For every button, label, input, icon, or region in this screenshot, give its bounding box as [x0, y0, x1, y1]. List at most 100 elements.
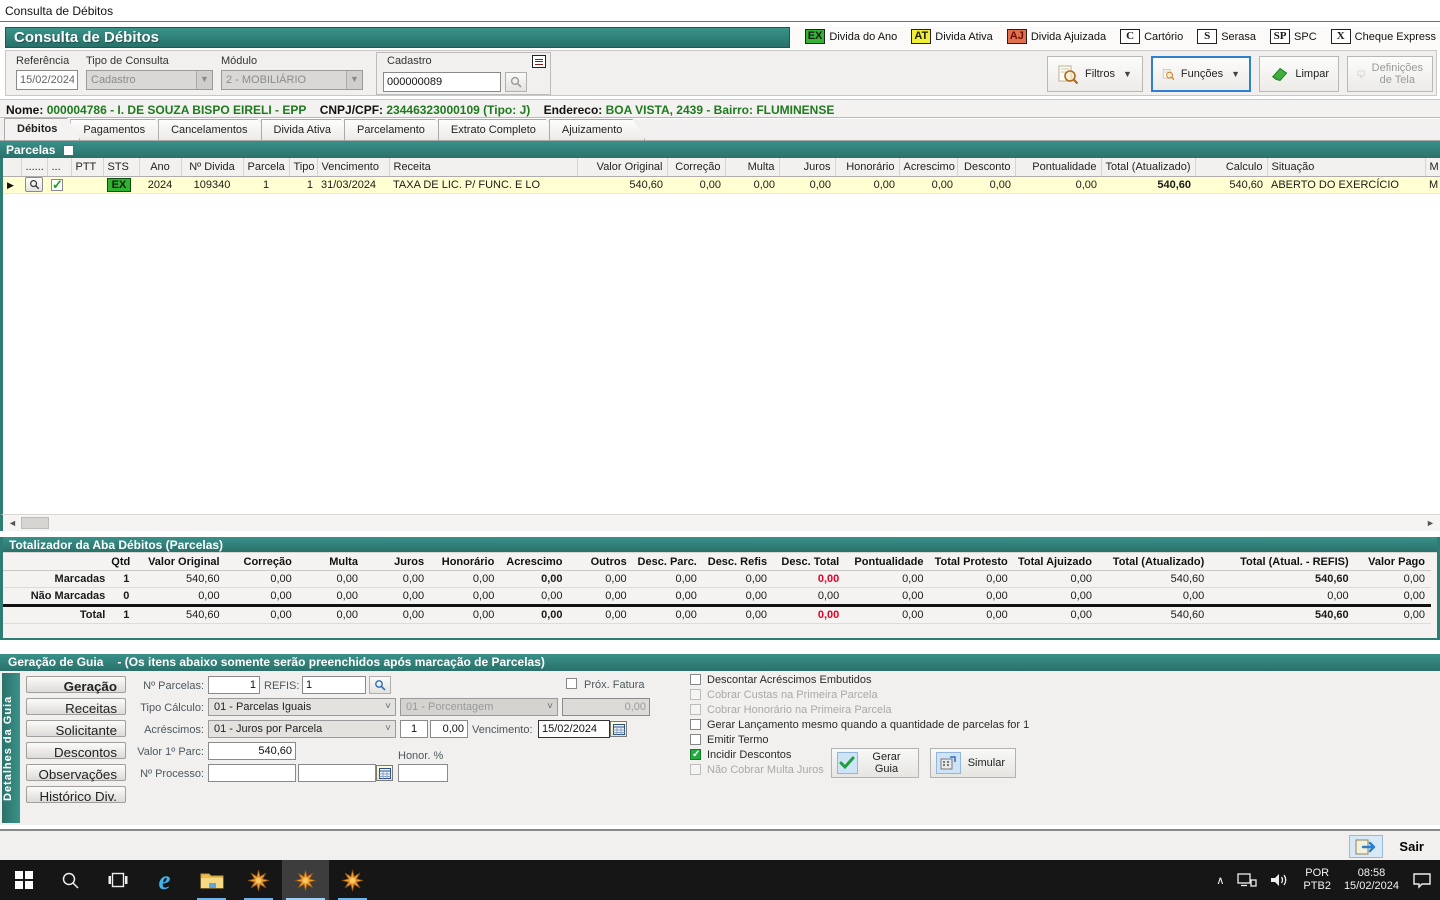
option-emitir-termo: Emitir Termo — [690, 732, 1090, 747]
tab-divida-ativa[interactable]: Divida Ativa — [261, 119, 354, 140]
calendar-icon — [613, 724, 625, 735]
funcoes-button[interactable]: Funções▼ — [1151, 56, 1251, 92]
legend-item: AJDivida Ajuizada — [1007, 29, 1106, 44]
checkbox[interactable] — [690, 719, 701, 730]
taxpayer-info-bar: Nome: 000004786 - I. DE SOUZA BISPO EIRE… — [0, 99, 1440, 118]
taskbar-search-button[interactable] — [47, 860, 94, 900]
start-button[interactable] — [0, 860, 47, 900]
task-view-button[interactable] — [94, 860, 141, 900]
cadastro-search-button[interactable] — [505, 72, 527, 92]
cadastro-input[interactable] — [383, 72, 501, 92]
toolbar-buttons: Filtros▼ Funções▼ Limpar Definições de T… — [1047, 56, 1433, 92]
totalizador-row-nao-marcadas: Não Marcadas 00,00 0,000,00 0,000,00 0,0… — [3, 588, 1431, 606]
honor-input[interactable] — [398, 764, 448, 782]
vencimento-calendar-button[interactable] — [610, 721, 627, 737]
cnpj-value: 23446323000109 (Tipo: J) — [386, 103, 530, 117]
modulo-select[interactable]: 2 - MOBILIÁRIO▼ — [221, 70, 363, 90]
valor-primeira-parcela-input[interactable] — [208, 742, 296, 760]
num-processo-input[interactable] — [208, 764, 296, 782]
horizontal-scrollbar[interactable]: ◄ ► — [0, 514, 1440, 531]
refis-search-button[interactable] — [369, 676, 391, 694]
row-detail-button[interactable] — [25, 177, 43, 192]
tab-ajuizamento[interactable]: Ajuizamento — [549, 119, 646, 140]
search-icon — [61, 871, 80, 890]
tipo-consulta-label: Tipo de Consulta — [86, 55, 213, 67]
geracao-title: Geração de Guia — [8, 655, 103, 671]
cnpj-label: CNPJ/CPF: — [320, 103, 383, 117]
row-checkbox[interactable] — [51, 179, 63, 191]
num-processo-input-2[interactable] — [298, 764, 376, 782]
table-row[interactable]: ▶ EX 2024 109340 1 1 31/03/2024 TAXA DE … — [3, 176, 1440, 193]
tray-expand-chevron[interactable]: ∧ — [1216, 874, 1224, 887]
detalhes-guia-side-label: Detalhes da Guia — [2, 673, 20, 823]
folder-icon — [200, 870, 224, 890]
legend-item: XCheque Express — [1331, 29, 1436, 44]
nav-descontos-button[interactable]: Descontos — [26, 742, 126, 759]
search-icon — [510, 76, 522, 88]
nav-observacoes-button[interactable]: Observações — [26, 764, 126, 781]
cadastro-groupbox: Cadastro — [376, 52, 551, 95]
functions-search-icon — [1162, 63, 1175, 85]
checkbox[interactable] — [690, 734, 701, 745]
legend-badge-at: AT — [911, 29, 931, 44]
filtros-button[interactable]: Filtros▼ — [1047, 56, 1143, 92]
window-title: Consulta de Débitos — [5, 4, 113, 18]
simular-button[interactable]: Simular — [930, 748, 1016, 778]
nav-historico-button[interactable]: Histórico Div. — [26, 786, 126, 803]
app-window-button-3[interactable] — [329, 860, 376, 900]
app-window-button-2-active[interactable] — [282, 860, 329, 900]
option-gerar-lancamento: Gerar Lançamento mesmo quando a quantida… — [690, 717, 1090, 732]
checkbox[interactable] — [690, 749, 701, 760]
num-parcelas-input[interactable] — [208, 676, 260, 694]
checkbox[interactable] — [690, 674, 701, 685]
internet-explorer-button[interactable]: e — [141, 860, 188, 900]
volume-icon[interactable] — [1270, 872, 1290, 888]
scroll-right-arrow[interactable]: ► — [1423, 516, 1438, 531]
definicoes-tela-button[interactable]: Definições de Tela — [1347, 56, 1433, 92]
acrescimos-qtd-input[interactable] — [400, 720, 428, 738]
acrescimos-valor-input[interactable] — [430, 720, 468, 738]
referencia-input[interactable] — [16, 70, 78, 90]
tipo-consulta-select[interactable]: Cadastro▼ — [86, 70, 213, 90]
file-explorer-button[interactable] — [188, 860, 235, 900]
query-toolbar: Referência Tipo de Consulta Cadastro▼ Mó… — [5, 50, 1437, 96]
scroll-left-arrow[interactable]: ◄ — [5, 516, 20, 531]
gerar-guia-button[interactable]: Gerar Guia — [831, 748, 919, 778]
status-legend: EXDivida do Ano ATDivida Ativa AJDivida … — [805, 29, 1436, 44]
nav-geracao-button[interactable]: Geração — [26, 676, 126, 693]
chevron-down-icon: ˅ — [385, 701, 391, 712]
app-star-icon — [247, 869, 270, 892]
cadastro-label: Cadastro — [385, 55, 434, 67]
acrescimos-label: Acréscimos: — [134, 724, 204, 736]
tab-parcelamento[interactable]: Parcelamento — [344, 119, 448, 140]
vencimento-input[interactable] — [538, 720, 610, 738]
acrescimos-select[interactable]: 01 - Juros por Parcela˅ — [208, 720, 396, 738]
processo-calendar-button[interactable] — [376, 765, 393, 781]
tab-extrato-completo[interactable]: Extrato Completo — [438, 119, 559, 140]
language-indicator[interactable]: PORPTB2 — [1303, 867, 1331, 893]
clock[interactable]: 08:5815/02/2024 — [1344, 867, 1399, 893]
scrollbar-thumb[interactable] — [21, 517, 49, 529]
tab-debitos[interactable]: Débitos — [4, 118, 80, 140]
list-icon[interactable] — [532, 55, 546, 68]
filter-search-icon — [1057, 63, 1079, 85]
refis-input[interactable] — [302, 676, 366, 694]
limpar-button[interactable]: Limpar — [1259, 56, 1339, 92]
prox-fatura-checkbox[interactable] — [566, 678, 577, 689]
nav-receitas-button[interactable]: Receitas — [26, 698, 126, 715]
tab-cancelamentos[interactable]: Cancelamentos — [158, 119, 270, 140]
footer-bar: Sair — [0, 829, 1440, 860]
tipo-calculo-select[interactable]: 01 - Parcelas Iguais˅ — [208, 698, 396, 716]
tab-pagamentos[interactable]: Pagamentos — [70, 119, 168, 140]
parcelas-select-all-checkbox[interactable] — [63, 145, 74, 156]
sair-button[interactable]: Sair — [1339, 834, 1434, 859]
num-processo-label: Nº Processo: — [134, 768, 204, 780]
network-icon[interactable] — [1237, 872, 1257, 888]
app-star-icon — [341, 869, 364, 892]
nav-solicitante-button[interactable]: Solicitante — [26, 720, 126, 737]
app-window-button-1[interactable] — [235, 860, 282, 900]
parcelas-section-header: Parcelas — [0, 141, 1440, 158]
notifications-icon[interactable] — [1412, 872, 1432, 889]
nome-value: 000004786 - I. DE SOUZA BISPO EIRELI - E… — [47, 103, 307, 117]
check-icon — [837, 752, 858, 774]
